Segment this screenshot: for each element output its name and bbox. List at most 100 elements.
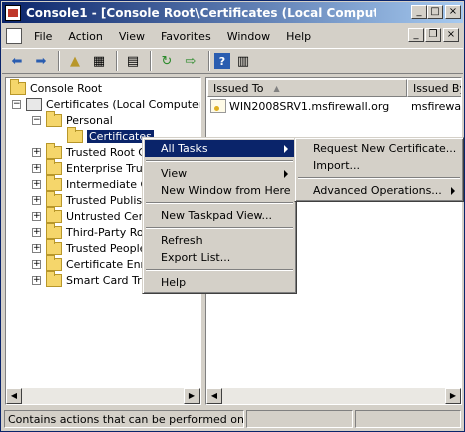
expand-icon[interactable]: + (32, 243, 41, 253)
tree-node-certificates-local[interactable]: − Certificates (Local Computer) (12, 96, 201, 112)
column-label: Issued By (413, 81, 462, 95)
context-item-new-taskpad[interactable]: New Taskpad View... (145, 207, 294, 224)
submenu-arrow-icon (284, 170, 288, 178)
expand-icon[interactable]: + (32, 147, 41, 157)
folder-icon (46, 142, 62, 159)
submenu-item-import[interactable]: Import... (297, 157, 461, 174)
document-icon[interactable] (6, 28, 22, 44)
mdi-close-button[interactable]: × (443, 28, 459, 42)
submenu-arrow-icon (451, 187, 455, 195)
scroll-track[interactable] (22, 388, 184, 404)
context-item-all-tasks[interactable]: All Tasks (145, 140, 294, 157)
menu-separator (146, 269, 293, 271)
refresh-icon[interactable]: ↻ (156, 50, 178, 72)
mdi-minimize-button[interactable]: _ (408, 28, 424, 42)
folder-icon (46, 254, 62, 271)
context-item-new-window[interactable]: New Window from Here (145, 182, 294, 199)
folder-icon (46, 190, 62, 207)
list-horizontal-scrollbar[interactable]: ◀ ▶ (206, 388, 461, 404)
all-tasks-submenu: Request New Certificate... Import... Adv… (294, 137, 464, 202)
folder-icon (46, 110, 62, 127)
toolbar-separator (150, 51, 152, 71)
tree-horizontal-scrollbar[interactable]: ◀ ▶ (6, 388, 200, 404)
expand-icon[interactable]: + (32, 211, 41, 221)
status-bar-panel (246, 410, 353, 428)
export-list-icon[interactable]: ⇨ (180, 50, 202, 72)
folder-icon (46, 158, 62, 175)
menu-view[interactable]: View (111, 30, 153, 43)
scroll-track[interactable] (222, 388, 445, 404)
certificate-icon (210, 99, 226, 113)
toolbar-separator (208, 51, 210, 71)
menu-item-label: Advanced Operations... (313, 184, 442, 197)
collapse-icon[interactable]: − (32, 115, 41, 125)
tree-node-console-root[interactable]: Console Root (10, 78, 103, 96)
collapse-icon[interactable]: − (12, 99, 21, 109)
menu-item-label: All Tasks (161, 142, 208, 155)
column-label: Issued To (213, 81, 264, 95)
issued-by-cell: msfirewall (411, 99, 462, 113)
properties-icon[interactable]: ▤ (122, 50, 144, 72)
column-header-issued-to[interactable]: Issued To ▲ (207, 79, 407, 97)
submenu-item-request-certificate[interactable]: Request New Certificate... (297, 140, 461, 157)
show-hide-tree-icon[interactable]: ▦ (88, 50, 110, 72)
menu-favorites[interactable]: Favorites (153, 30, 219, 43)
submenu-arrow-icon (284, 145, 288, 153)
menu-action[interactable]: Action (60, 30, 110, 43)
expand-icon[interactable]: + (32, 195, 41, 205)
folder-icon (10, 78, 26, 95)
menu-file[interactable]: File (26, 30, 60, 43)
expand-icon[interactable]: + (32, 179, 41, 189)
mdi-restore-button[interactable]: ❐ (425, 28, 441, 42)
tree-node-label: Certificates (Local Computer) (46, 97, 201, 111)
expand-icon[interactable]: + (32, 259, 41, 269)
scroll-left-icon[interactable]: ◀ (6, 388, 22, 404)
sort-ascending-icon: ▲ (273, 83, 280, 93)
context-item-refresh[interactable]: Refresh (145, 232, 294, 249)
help-topics-icon[interactable]: ▥ (232, 50, 254, 72)
tree-node-label: Enterprise Trust (66, 161, 153, 175)
title-bar[interactable]: Console1 - [Console Root\Certificates (L… (2, 2, 463, 23)
menu-window[interactable]: Window (219, 30, 278, 43)
tree-node-personal-certificates[interactable]: Certificates (67, 126, 154, 144)
context-menu: All Tasks View New Window from Here New … (142, 137, 297, 294)
list-item[interactable]: WIN2008SRV1.msfirewall.org (210, 98, 389, 114)
expand-icon[interactable]: + (32, 227, 41, 237)
close-button[interactable]: × (445, 5, 461, 19)
context-item-export-list[interactable]: Export List... (145, 249, 294, 266)
computer-icon (26, 97, 42, 111)
context-item-help[interactable]: Help (145, 274, 294, 291)
menu-bar: File Action View Favorites Window Help (2, 25, 463, 47)
tree-node-label: Trusted People (66, 241, 147, 255)
scroll-right-icon[interactable]: ▶ (184, 388, 200, 404)
issued-to-cell: WIN2008SRV1.msfirewall.org (229, 99, 390, 113)
menu-separator (146, 202, 293, 204)
folder-icon (46, 222, 62, 239)
up-folder-icon[interactable]: ▲ (64, 50, 86, 72)
menu-help[interactable]: Help (278, 30, 319, 43)
tree-node-label: Console Root (30, 81, 103, 95)
maximize-button[interactable]: □ (427, 5, 443, 19)
toolbar: ⬅ ➡ ▲ ▦ ▤ ↻ ⇨ ? ▥ (2, 48, 463, 74)
folder-icon (46, 238, 62, 255)
expand-icon[interactable]: + (32, 163, 41, 173)
mmc-app-icon (5, 4, 21, 21)
help-icon[interactable]: ? (214, 53, 230, 69)
toolbar-separator (116, 51, 118, 71)
folder-icon (46, 206, 62, 223)
expand-icon[interactable]: + (32, 275, 41, 285)
menu-item-label: View (161, 167, 188, 180)
forward-arrow-icon[interactable]: ➡ (30, 50, 52, 72)
column-header-issued-by[interactable]: Issued By (407, 79, 462, 97)
back-arrow-icon[interactable]: ⬅ (6, 50, 28, 72)
folder-icon (46, 270, 62, 287)
window-title: Console1 - [Console Root\Certificates (L… (26, 5, 376, 20)
menu-separator (146, 227, 293, 229)
scroll-right-icon[interactable]: ▶ (445, 388, 461, 404)
scroll-left-icon[interactable]: ◀ (206, 388, 222, 404)
folder-icon (67, 126, 83, 143)
minimize-button[interactable]: _ (411, 5, 427, 19)
toolbar-separator (58, 51, 60, 71)
submenu-item-advanced-operations[interactable]: Advanced Operations... (297, 182, 461, 199)
context-item-view[interactable]: View (145, 165, 294, 182)
